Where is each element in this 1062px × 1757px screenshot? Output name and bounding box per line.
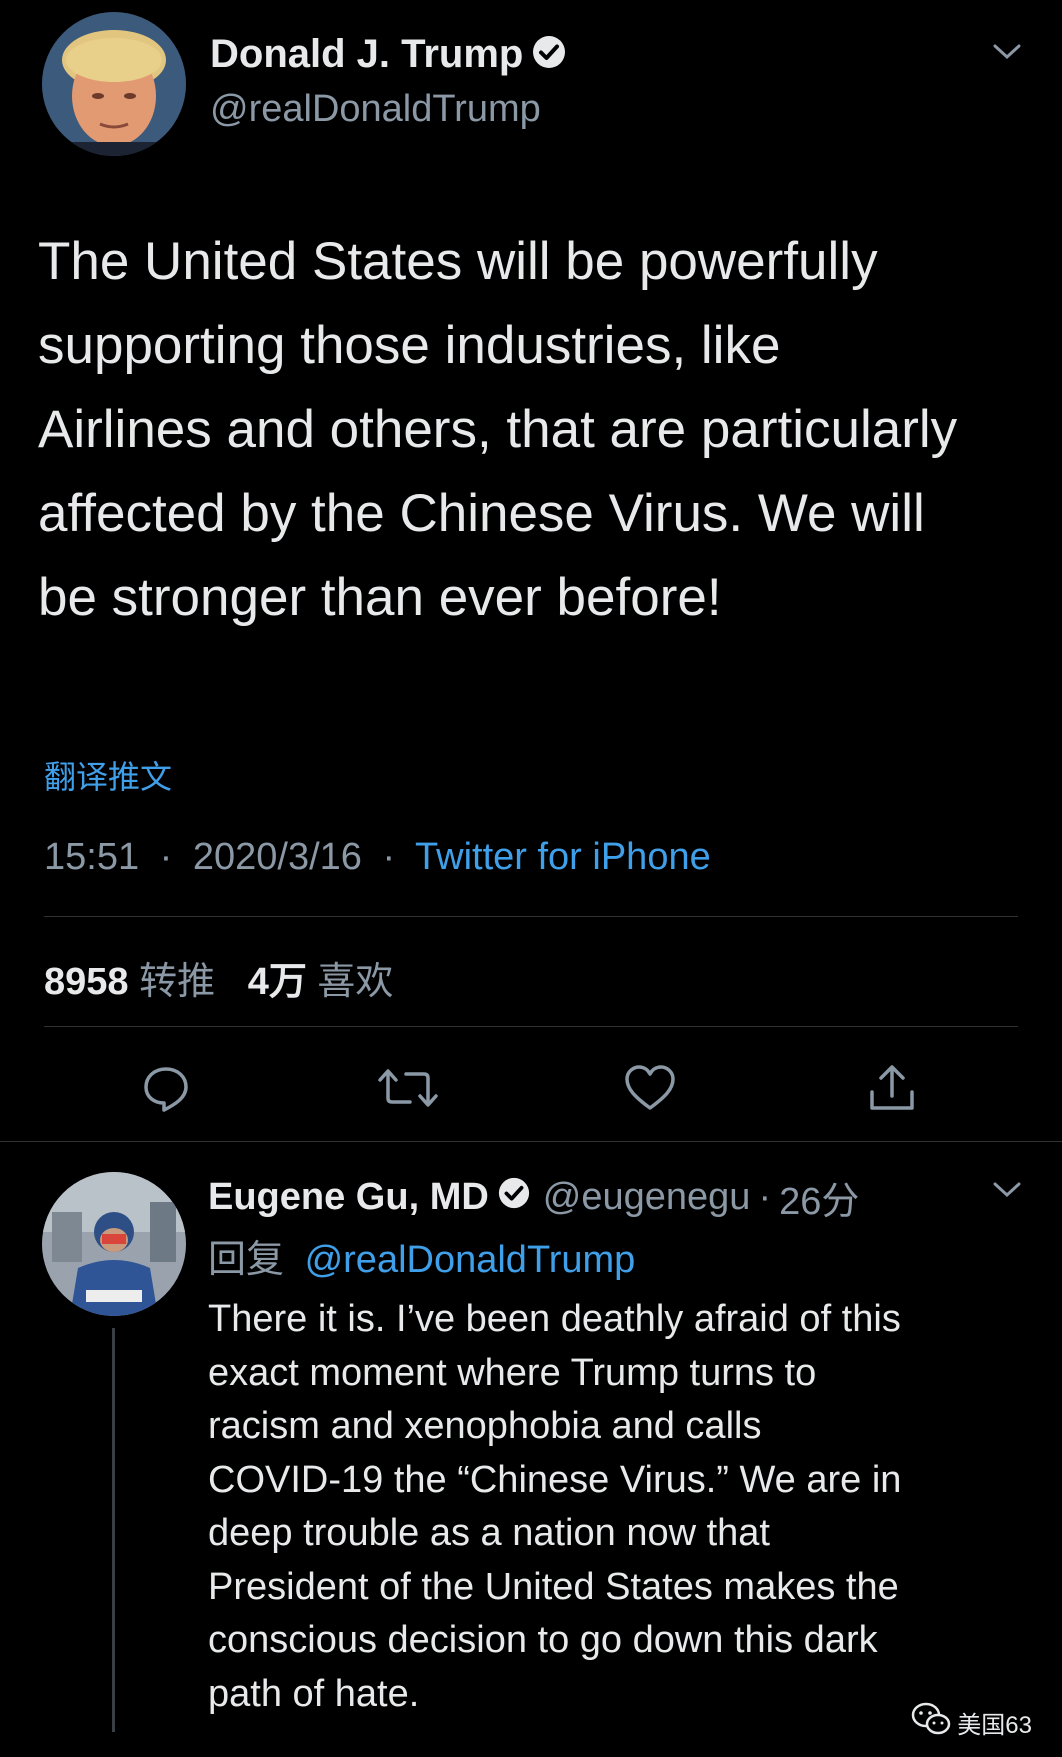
tweet-text-line: path of hate. (208, 1672, 420, 1715)
tweet-date: 2020/3/16 (192, 836, 362, 878)
tweet-text-line: conscious decision to go down this dark (208, 1619, 878, 1661)
trump-avatar[interactable] (42, 12, 186, 156)
tweet-meta: 15:51 · 2020/3/16 · Twitter for iPhone (44, 836, 711, 879)
tweet-action-bar (0, 1058, 1062, 1138)
divider (44, 916, 1018, 917)
chevron-down-icon[interactable] (992, 42, 1022, 67)
reply-mention-link[interactable]: @realDonaldTrump (305, 1239, 636, 1281)
watermark: 美国63 (911, 1702, 1032, 1743)
chevron-down-icon[interactable] (992, 1180, 1022, 1205)
meta-separator: · (159, 836, 173, 878)
verified-badge-icon (531, 34, 567, 75)
tweet-text-line: There it is. I’ve been deathly afraid of… (208, 1298, 901, 1340)
verified-badge-icon (497, 1176, 531, 1220)
main-author-row: Donald J. Trump (210, 32, 567, 77)
main-author-handle[interactable]: @realDonaldTrump (210, 88, 541, 131)
thread-line (112, 1328, 115, 1732)
like-label: 喜欢 (317, 961, 394, 1003)
tweet-source-link[interactable]: Twitter for iPhone (415, 836, 711, 878)
retweet-count: 8958 (44, 961, 129, 1003)
tweet-text-line: deep trouble as a nation now that (208, 1512, 770, 1554)
translate-tweet-link[interactable]: 翻译推文 (44, 752, 172, 798)
reply-author-handle[interactable]: @eugenegu (543, 1176, 751, 1219)
tweet-separator (0, 1141, 1062, 1142)
tweet-text-line: President of the United States makes the (208, 1565, 899, 1608)
retweet-stat[interactable]: 8958 转推 (44, 961, 226, 1003)
tweet-text-line: racism and xenophobia and calls (208, 1405, 762, 1447)
meta-separator: · (758, 1176, 772, 1218)
tweet-text-line: Airlines and others, that are particular… (38, 400, 958, 459)
tweet-text-line: COVID-19 the “Chinese Virus.” We are in (208, 1458, 902, 1501)
divider (44, 1026, 1018, 1027)
like-count: 4万 (247, 961, 307, 1003)
retweet-icon[interactable] (378, 1058, 438, 1118)
tweet-stats: 8958 转推 4万 喜欢 (44, 950, 393, 1005)
heart-icon[interactable] (620, 1058, 680, 1118)
tweet-text-line: supporting those industries, like (38, 316, 781, 375)
replying-to: 回复 @realDonaldTrump (208, 1228, 635, 1283)
reply-label: 回复 (208, 1239, 285, 1281)
tweet-time: 15:51 (44, 836, 140, 878)
main-tweet-text: The United States will be powerfully sup… (38, 220, 957, 640)
reply-author-name[interactable]: Eugene Gu, MD (208, 1176, 489, 1219)
share-icon[interactable] (862, 1058, 922, 1118)
tweet-text-line: affected by the Chinese Virus. We will (38, 484, 925, 543)
tweet-text-line: exact moment where Trump turns to (208, 1351, 817, 1394)
tweet-text-line: be stronger than ever before! (38, 568, 722, 627)
main-author-name[interactable]: Donald J. Trump (210, 32, 523, 77)
main-author-handle-row: @realDonaldTrump (210, 88, 541, 131)
wechat-icon (911, 1702, 951, 1743)
tweet-text-line: The United States will be powerfully (38, 232, 878, 291)
reply-icon[interactable] (136, 1058, 196, 1118)
like-stat[interactable]: 4万 喜欢 (248, 961, 394, 1003)
meta-separator: · (382, 836, 396, 878)
watermark-label: 美国63 (957, 1712, 1032, 1739)
reply-tweet-text: There it is. I’ve been deathly afraid of… (208, 1293, 901, 1721)
reply-time-ago: 26分 (779, 1181, 860, 1223)
reply-author-row: Eugene Gu, MD @eugenegu · 26分 (208, 1170, 859, 1225)
retweet-label: 转推 (139, 961, 216, 1003)
eugenegu-avatar[interactable] (42, 1172, 186, 1316)
